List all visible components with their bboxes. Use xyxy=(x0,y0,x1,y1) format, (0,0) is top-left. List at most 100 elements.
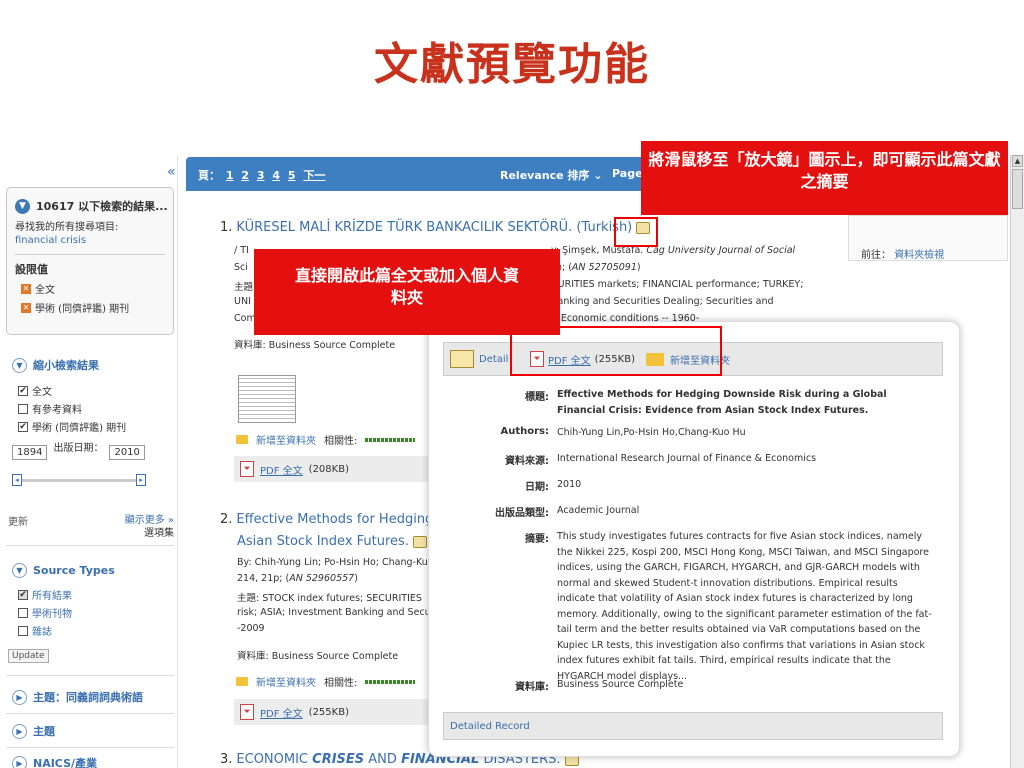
field-key-source: 資料來源: xyxy=(505,456,549,467)
result-title-2[interactable]: 2. Effective Methods for Hedging D xyxy=(220,512,447,527)
field-value-database: Business Source Complete xyxy=(557,679,684,690)
field-value-pubtype: Academic Journal xyxy=(557,505,640,516)
narrow-results-heading[interactable]: ▼ 縮小檢索結果 xyxy=(12,357,99,373)
remove-limiter-icon[interactable]: ✕ xyxy=(21,283,31,294)
field-value-date: 2010 xyxy=(557,479,582,490)
collapse-sidebar-icon[interactable]: « xyxy=(167,164,176,180)
checkbox-references[interactable]: 有參考資料 xyxy=(18,401,82,416)
checkbox-magazines[interactable]: 雜誌 xyxy=(18,623,52,638)
result-actions: 新增至資料夾 相關性: xyxy=(236,674,416,689)
update-button[interactable]: Update xyxy=(8,649,49,663)
checkbox[interactable] xyxy=(18,607,28,618)
result-thumbnail[interactable] xyxy=(238,375,296,423)
field-value-authors: Chih-Yung Lin,Po-Hsin Ho,Chang-Kuo Hu xyxy=(557,427,746,438)
search-summary-box: ▼ 10617 以下檢索的結果... 尋找我的所有搜尋項目: financial … xyxy=(6,187,174,335)
page-link[interactable]: 3 xyxy=(257,169,265,182)
chevron-right-icon: ▶ xyxy=(12,755,27,768)
detail-button[interactable]: Detail xyxy=(450,350,508,368)
result-meta-line: Com xyxy=(234,313,256,324)
result-meta-line: / TI xyxy=(234,245,249,256)
result-title-1[interactable]: 1. KÜRESEL MALİ KRİZDE TÜRK BANKACILIK SE… xyxy=(220,220,651,235)
checkbox[interactable]: ✔ xyxy=(18,385,28,396)
naics-heading[interactable]: ▶ NAICS/產業 xyxy=(12,755,97,768)
result-database-line: 資料庫: Business Source Complete xyxy=(237,651,399,662)
limiters-label: 設限值 xyxy=(15,263,48,276)
search-term-link[interactable]: financial crisis xyxy=(15,235,173,246)
result-meta-line: 主題 xyxy=(234,282,254,293)
scrollbar[interactable]: ▲ xyxy=(1010,155,1024,768)
divider xyxy=(6,545,174,546)
result-subject-line: 主題: STOCK index futures; SECURITIES xyxy=(237,593,422,604)
checkbox[interactable]: ✔ xyxy=(18,421,28,432)
record-preview-popup: Detail ⏷ PDF 全文 (255KB) 新增至資料夾 標題: Effecti… xyxy=(428,321,960,757)
scroll-up-icon[interactable]: ▲ xyxy=(1012,155,1023,167)
checkbox-all-results[interactable]: ✔ 所有結果 xyxy=(18,587,72,602)
options-label: 選項集 xyxy=(144,528,174,539)
result-meta-line: UNI xyxy=(234,296,251,307)
pdf-icon: ⏷ xyxy=(240,461,254,477)
date-to-input[interactable]: 2010 xyxy=(109,445,145,460)
relevance-bar xyxy=(365,679,416,684)
magnifier-preview-icon[interactable] xyxy=(412,535,427,548)
search-sub-label: 尋找我的所有搜尋項目: xyxy=(15,222,119,233)
scroll-thumb[interactable] xyxy=(1012,169,1023,209)
checkbox[interactable]: ✔ xyxy=(18,589,28,600)
slider-handle-start[interactable]: ◂ xyxy=(12,474,22,486)
pagination: 頁： 1 2 3 4 5 下一 xyxy=(198,169,326,182)
chevron-down-icon[interactable]: ▼ xyxy=(15,198,30,214)
checkbox-fulltext[interactable]: ✔ 全文 xyxy=(18,383,52,398)
subject-thesaurus-heading[interactable]: ▶ 主題：同義詞詞典術語 xyxy=(12,689,143,705)
field-key-title: 標題: xyxy=(525,392,549,403)
field-key-abstract: 摘要: xyxy=(525,534,549,545)
result-meta-line: By: Chih-Yung Lin; Po-Hsin Ho; Chang-Kuo xyxy=(237,557,434,568)
callout-magnifier: 將滑鼠移至「放大鏡」圖示上，即可顯示此篇文獻之摘要 xyxy=(641,141,1008,215)
page-link[interactable]: 5 xyxy=(288,169,296,182)
pdf-fulltext-row[interactable]: ⏷ PDF 全文 (255KB) xyxy=(234,699,434,725)
checkbox[interactable] xyxy=(18,403,28,414)
folder-view-link[interactable]: 資料夾檢視 xyxy=(894,250,944,261)
pdf-fulltext-link[interactable]: PDF 全文 xyxy=(260,462,303,477)
result-meta-line: sh; (AN 52705091) xyxy=(551,262,641,273)
divider xyxy=(6,675,174,676)
field-value-source: International Research Journal of Financ… xyxy=(557,453,817,464)
field-key-database: 資料庫: xyxy=(515,682,549,693)
result-meta-line: 214, 21p; (AN 52960557) xyxy=(237,573,358,584)
sort-dropdown[interactable]: Relevance 排序 ⌄ xyxy=(500,167,602,183)
field-key-date: 日期: xyxy=(525,482,549,493)
left-sidebar: « ▼ 10617 以下檢索的結果... 尋找我的所有搜尋項目: financia… xyxy=(0,155,178,768)
detail-icon xyxy=(450,350,474,368)
page-link[interactable]: 1 xyxy=(226,169,234,182)
field-key-pubtype: 出版品類型: xyxy=(495,508,549,519)
limiter-peer-reviewed: ✕ 學術 (同儕評鑑) 期刊 xyxy=(21,302,130,315)
divider xyxy=(15,254,165,255)
add-to-folder-link[interactable]: 新增至資料夾 xyxy=(256,674,316,689)
field-key-authors: Authors: xyxy=(500,426,549,437)
subject-heading[interactable]: ▶ 主題 xyxy=(12,723,55,739)
add-to-folder-link[interactable]: 新增至資料夾 xyxy=(256,432,316,447)
slider-handle-end[interactable]: ▸ xyxy=(136,474,146,486)
date-from-input[interactable]: 1894 xyxy=(12,445,48,460)
checkbox-academic-journals[interactable]: 學術刊物 xyxy=(18,605,72,620)
detailed-record-link[interactable]: Detailed Record xyxy=(443,712,943,740)
pub-date-label: 出版日期： xyxy=(53,443,104,454)
pdf-fulltext-link[interactable]: PDF 全文 xyxy=(260,705,303,720)
result-count-heading: 10617 以下檢索的結果... xyxy=(36,200,168,213)
chevron-down-icon: ▼ xyxy=(12,357,27,373)
result-title-2-cont[interactable]: Asian Stock Index Futures. xyxy=(237,534,427,549)
page-link[interactable]: 2 xyxy=(241,169,249,182)
page-link[interactable]: 4 xyxy=(272,169,280,182)
checkbox[interactable] xyxy=(18,625,28,636)
folder-icon xyxy=(236,435,248,444)
folder-panel: 前往： 資料夾檢視 xyxy=(848,215,1008,261)
date-range-slider[interactable]: ◂ ▸ xyxy=(12,474,146,486)
field-value-abstract: This study investigates futures contract… xyxy=(557,531,932,682)
update-link[interactable]: 更新 xyxy=(8,513,28,528)
result-meta-line: y: Şimşek, Mustafa. Cag University Journ… xyxy=(551,245,796,256)
pdf-fulltext-row[interactable]: ⏷ PDF 全文 (208KB) xyxy=(234,456,434,482)
next-page-link[interactable]: 下一 xyxy=(303,169,325,182)
chevron-right-icon: ▶ xyxy=(12,689,27,705)
relevance-bar xyxy=(365,437,416,442)
checkbox-peer-reviewed[interactable]: ✔ 學術 (同儕評鑑) 期刊 xyxy=(18,419,126,434)
source-types-heading[interactable]: ▼ Source Types xyxy=(12,563,115,578)
remove-limiter-icon[interactable]: ✕ xyxy=(21,302,31,313)
